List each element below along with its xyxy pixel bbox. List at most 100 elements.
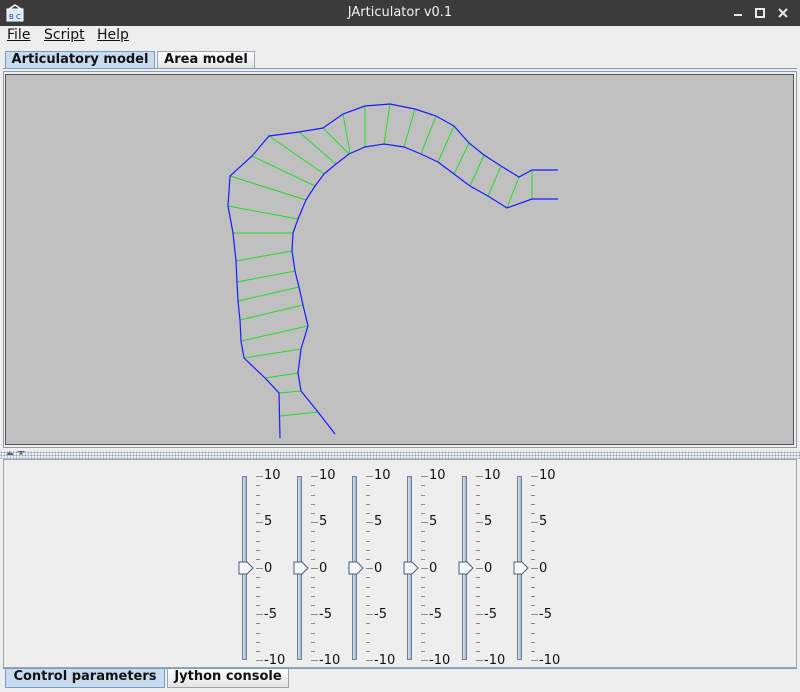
- tab-control-parameters[interactable]: Control parameters: [5, 669, 165, 688]
- tick-mark: [311, 614, 318, 615]
- slider-thumb[interactable]: [238, 561, 255, 575]
- tick-mark: [256, 513, 260, 514]
- tick-mark: [366, 623, 370, 624]
- tab-jython-console[interactable]: Jython console: [167, 669, 289, 688]
- menu-script-label: Script: [44, 27, 85, 43]
- tick-label-minus-5: -5: [374, 607, 387, 622]
- tick-mark: [311, 623, 315, 624]
- vocal-tract-canvas[interactable]: [5, 74, 794, 445]
- menu-help[interactable]: Help: [97, 26, 129, 46]
- tick-mark: [366, 541, 370, 542]
- tab-jython-console-label: Jython console: [174, 669, 282, 684]
- close-icon[interactable]: [775, 5, 791, 21]
- tick-mark: [311, 596, 315, 597]
- tick-mark: [311, 513, 315, 514]
- tick-mark: [476, 550, 480, 551]
- tick-mark: [311, 660, 318, 661]
- tick-mark: [256, 495, 260, 496]
- tick-mark: [476, 568, 483, 569]
- slider-thumb[interactable]: [293, 561, 310, 575]
- tick-mark: [531, 522, 538, 523]
- tick-mark: [256, 577, 260, 578]
- tick-mark: [311, 605, 315, 606]
- tick-label-min: -10: [264, 653, 286, 668]
- tick-mark: [531, 633, 535, 634]
- tick-mark: [421, 541, 425, 542]
- tick-mark: [311, 651, 315, 652]
- tick-mark: [421, 504, 425, 505]
- tick-mark: [531, 513, 535, 514]
- tick-mark: [366, 476, 373, 477]
- tick-mark: [531, 504, 535, 505]
- tick-mark: [256, 476, 263, 477]
- tick-mark: [256, 596, 260, 597]
- tick-label-max: 10: [319, 468, 336, 483]
- title-bar[interactable]: B C JArticulator v0.1: [0, 0, 800, 26]
- tick-mark: [366, 513, 370, 514]
- tick-mark: [476, 485, 480, 486]
- tick-mark: [421, 476, 428, 477]
- tick-mark: [311, 541, 315, 542]
- slider-thumb[interactable]: [513, 561, 530, 575]
- tick-label-5: 5: [374, 514, 383, 529]
- tick-mark: [366, 633, 370, 634]
- tab-control-parameters-label: Control parameters: [13, 669, 157, 684]
- tick-mark: [531, 568, 538, 569]
- tick-mark: [531, 623, 535, 624]
- tick-mark: [531, 587, 535, 588]
- tick-mark: [366, 485, 370, 486]
- tick-mark: [476, 651, 480, 652]
- tick-mark: [531, 642, 535, 643]
- menu-script[interactable]: Script: [44, 26, 85, 46]
- tick-mark: [421, 577, 425, 578]
- tract-outer-wall: [227, 103, 558, 439]
- split-pane-divider[interactable]: [0, 451, 800, 459]
- tick-label-max: 10: [429, 468, 446, 483]
- tick-mark: [256, 522, 263, 523]
- minimize-icon[interactable]: [730, 5, 746, 21]
- tick-mark: [476, 531, 480, 532]
- tick-mark: [366, 504, 370, 505]
- tick-mark: [256, 587, 260, 588]
- tick-mark: [531, 541, 535, 542]
- tick-mark: [421, 623, 425, 624]
- tick-mark: [531, 605, 535, 606]
- tick-mark: [531, 531, 535, 532]
- tick-mark: [421, 568, 428, 569]
- tick-label-max: 10: [374, 468, 391, 483]
- slider-thumb[interactable]: [458, 561, 475, 575]
- tick-mark: [421, 550, 425, 551]
- tick-label-min: -10: [319, 653, 341, 668]
- tick-mark: [366, 495, 370, 496]
- tick-mark: [421, 531, 425, 532]
- tick-mark: [311, 531, 315, 532]
- tick-mark: [256, 660, 263, 661]
- tick-mark: [531, 476, 538, 477]
- tick-mark: [366, 550, 370, 551]
- tick-label-0: 0: [429, 561, 438, 576]
- tick-mark: [311, 587, 315, 588]
- tick-mark: [531, 614, 538, 615]
- tick-label-minus-5: -5: [484, 607, 497, 622]
- tick-mark: [311, 633, 315, 634]
- tick-mark: [256, 614, 263, 615]
- slider-thumb[interactable]: [403, 561, 420, 575]
- vocal-tract-drawing: [227, 103, 558, 439]
- tick-mark: [531, 577, 535, 578]
- tick-mark: [476, 596, 480, 597]
- tick-mark: [421, 614, 428, 615]
- section-lines: [227, 103, 533, 417]
- tab-area-model[interactable]: Area model: [157, 51, 255, 68]
- slider-thumb[interactable]: [348, 561, 365, 575]
- tab-articulatory-model[interactable]: Articulatory model: [5, 51, 155, 68]
- tick-label-minus-5: -5: [319, 607, 332, 622]
- maximize-icon[interactable]: [752, 5, 768, 21]
- menu-file[interactable]: File: [7, 26, 30, 46]
- tick-mark: [256, 623, 260, 624]
- control-slider-6[interactable]: 10 5 0 -5 -10: [513, 467, 577, 668]
- tick-mark: [476, 633, 480, 634]
- tick-mark: [421, 642, 425, 643]
- tick-mark: [421, 587, 425, 588]
- tick-label-5: 5: [429, 514, 438, 529]
- tick-mark: [421, 495, 425, 496]
